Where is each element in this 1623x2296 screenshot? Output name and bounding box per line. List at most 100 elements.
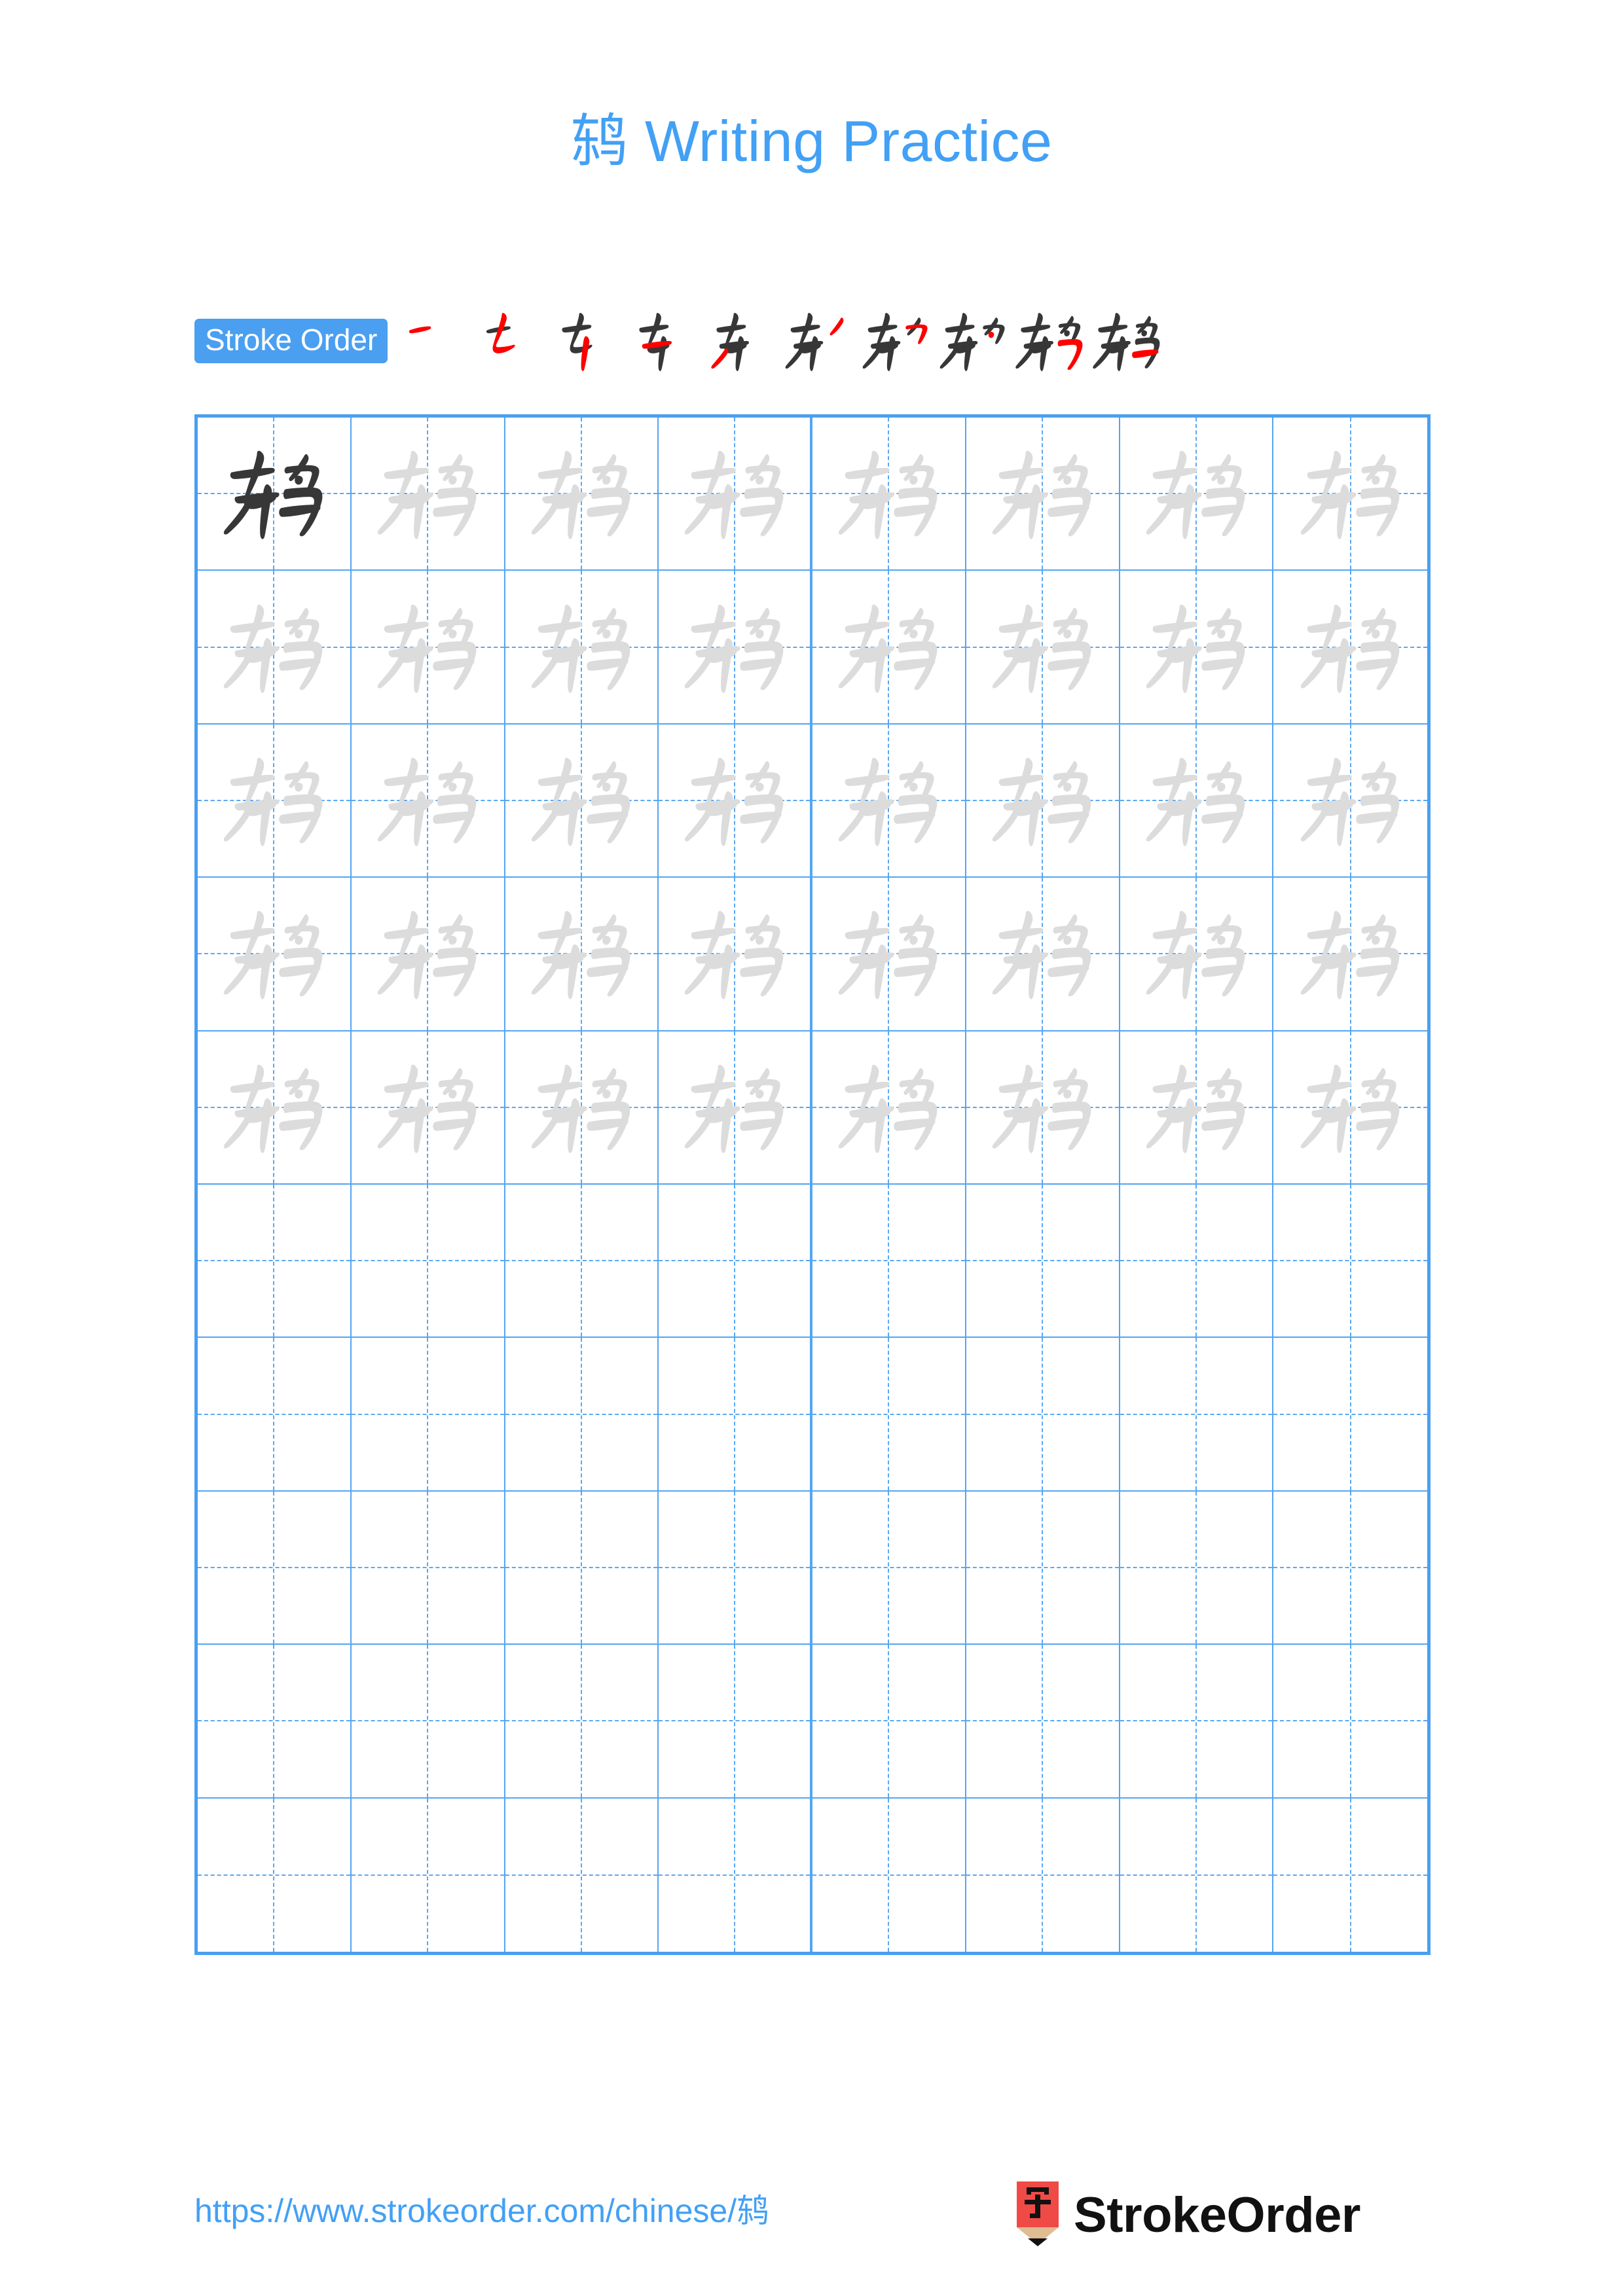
grid-cell-r1-c7[interactable] <box>1120 418 1274 571</box>
trace-character <box>659 725 810 876</box>
grid-cell-r8-c8[interactable] <box>1273 1492 1427 1645</box>
trace-character <box>1273 725 1427 876</box>
grid-cell-r4-c5[interactable] <box>812 878 966 1031</box>
grid-cell-r10-c3[interactable] <box>505 1798 659 1952</box>
grid-cell-r4-c3[interactable] <box>505 878 659 1031</box>
grid-cell-r3-c5[interactable] <box>812 724 966 878</box>
grid-cell-r7-c8[interactable] <box>1273 1338 1427 1492</box>
brand-logo[interactable]: StrokeOrder <box>1013 2179 1361 2251</box>
grid-cell-r6-c1[interactable] <box>198 1184 352 1338</box>
grid-cell-r10-c2[interactable] <box>352 1798 505 1952</box>
stroke-step-6 <box>779 302 856 380</box>
grid-cell-r1-c4[interactable] <box>659 418 812 571</box>
grid-cell-r5-c2[interactable] <box>351 1031 505 1185</box>
grid-cell-r10-c1[interactable] <box>198 1798 352 1952</box>
grid-cell-r1-c3[interactable] <box>505 418 659 571</box>
grid-cell-r2-c8[interactable] <box>1273 571 1427 725</box>
grid-cell-r10-c6[interactable] <box>966 1798 1120 1952</box>
trace-character <box>659 571 810 723</box>
grid-cell-r6-c8[interactable] <box>1273 1185 1427 1338</box>
grid-cell-r1-c8[interactable] <box>1273 418 1427 571</box>
trace-character <box>966 571 1119 723</box>
practice-grid <box>194 414 1431 1955</box>
grid-cell-r1-c5[interactable] <box>812 418 966 571</box>
stroke-step-10 <box>1088 302 1165 380</box>
trace-character <box>812 878 965 1030</box>
trace-character <box>352 878 504 1030</box>
grid-cell-r3-c4[interactable] <box>659 724 812 878</box>
grid-cell-r10-c5[interactable] <box>812 1798 966 1952</box>
grid-cell-r9-c7[interactable] <box>1120 1645 1274 1799</box>
grid-cell-r2-c1[interactable] <box>198 571 352 725</box>
stroke-step-7 <box>856 302 934 380</box>
grid-cell-r5-c6[interactable] <box>966 1031 1120 1185</box>
grid-cell-r3-c2[interactable] <box>351 724 505 878</box>
page-title: 鸫 Writing Practice <box>570 109 1053 173</box>
grid-cell-r4-c1[interactable] <box>198 878 352 1031</box>
grid-cell-r10-c8[interactable] <box>1273 1799 1427 1952</box>
grid-cell-r3-c8[interactable] <box>1273 725 1427 878</box>
grid-cell-r6-c7[interactable] <box>1120 1184 1274 1338</box>
grid-cell-r3-c6[interactable] <box>966 724 1120 878</box>
grid-cell-r9-c3[interactable] <box>505 1645 659 1799</box>
grid-cell-r7-c7[interactable] <box>1120 1338 1274 1492</box>
grid-cell-r5-c7[interactable] <box>1120 1031 1274 1185</box>
grid-cell-r5-c8[interactable] <box>1273 1031 1427 1185</box>
grid-cell-r4-c7[interactable] <box>1120 878 1274 1031</box>
grid-cell-r6-c5[interactable] <box>812 1184 966 1338</box>
grid-cell-r10-c7[interactable] <box>1120 1798 1274 1952</box>
grid-cell-r1-c2[interactable] <box>351 418 505 571</box>
trace-character <box>505 878 658 1030</box>
grid-cell-r1-c1[interactable] <box>198 418 352 571</box>
grid-cell-r6-c3[interactable] <box>505 1184 659 1338</box>
trace-character <box>1120 878 1273 1030</box>
trace-character <box>198 878 350 1030</box>
grid-cell-r3-c3[interactable] <box>505 724 659 878</box>
grid-cell-r2-c4[interactable] <box>659 571 812 725</box>
grid-cell-r9-c5[interactable] <box>812 1645 966 1799</box>
grid-cell-r4-c6[interactable] <box>966 878 1120 1031</box>
grid-cell-r2-c3[interactable] <box>505 571 659 725</box>
grid-cell-r9-c4[interactable] <box>659 1645 812 1799</box>
grid-cell-r9-c6[interactable] <box>966 1645 1120 1799</box>
grid-cell-r7-c4[interactable] <box>659 1338 812 1492</box>
stroke-step-9 <box>1011 302 1088 380</box>
grid-cell-r6-c4[interactable] <box>659 1184 812 1338</box>
trace-character <box>505 725 658 876</box>
grid-cell-r3-c1[interactable] <box>198 724 352 878</box>
grid-cell-r3-c7[interactable] <box>1120 724 1274 878</box>
grid-cell-r8-c2[interactable] <box>351 1491 505 1645</box>
grid-cell-r5-c1[interactable] <box>198 1031 352 1185</box>
grid-cell-r6-c2[interactable] <box>351 1184 505 1338</box>
grid-cell-r1-c6[interactable] <box>966 418 1120 571</box>
grid-cell-r7-c2[interactable] <box>351 1338 505 1492</box>
grid-cell-r6-c6[interactable] <box>966 1184 1120 1338</box>
stroke-step-3 <box>547 302 625 380</box>
grid-cell-r10-c4[interactable] <box>659 1798 812 1952</box>
grid-cell-r4-c2[interactable] <box>351 878 505 1031</box>
grid-cell-r5-c5[interactable] <box>812 1031 966 1185</box>
grid-cell-r7-c3[interactable] <box>505 1338 659 1492</box>
grid-cell-r8-c1[interactable] <box>198 1491 352 1645</box>
grid-cell-r8-c4[interactable] <box>659 1491 812 1645</box>
grid-cell-r9-c8[interactable] <box>1273 1645 1427 1799</box>
grid-cell-r2-c5[interactable] <box>812 571 966 725</box>
grid-cell-r2-c7[interactable] <box>1120 571 1274 725</box>
grid-cell-r8-c7[interactable] <box>1120 1491 1274 1645</box>
grid-cell-r5-c4[interactable] <box>659 1031 812 1185</box>
grid-cell-r5-c3[interactable] <box>505 1031 659 1185</box>
grid-cell-r9-c1[interactable] <box>198 1645 352 1799</box>
grid-cell-r7-c5[interactable] <box>812 1338 966 1492</box>
source-url-link[interactable]: https://www.strokeorder.com/chinese/鸫 <box>194 2185 769 2232</box>
grid-cell-r2-c2[interactable] <box>351 571 505 725</box>
grid-cell-r8-c3[interactable] <box>505 1491 659 1645</box>
grid-cell-r8-c6[interactable] <box>966 1491 1120 1645</box>
grid-cell-r7-c1[interactable] <box>198 1338 352 1492</box>
grid-cell-r4-c4[interactable] <box>659 878 812 1031</box>
grid-cell-r7-c6[interactable] <box>966 1338 1120 1492</box>
grid-cell-r8-c5[interactable] <box>812 1491 966 1645</box>
grid-cell-r4-c8[interactable] <box>1273 878 1427 1031</box>
grid-cell-r9-c2[interactable] <box>351 1645 505 1799</box>
grid-cell-r2-c6[interactable] <box>966 571 1120 725</box>
trace-character <box>966 418 1119 569</box>
